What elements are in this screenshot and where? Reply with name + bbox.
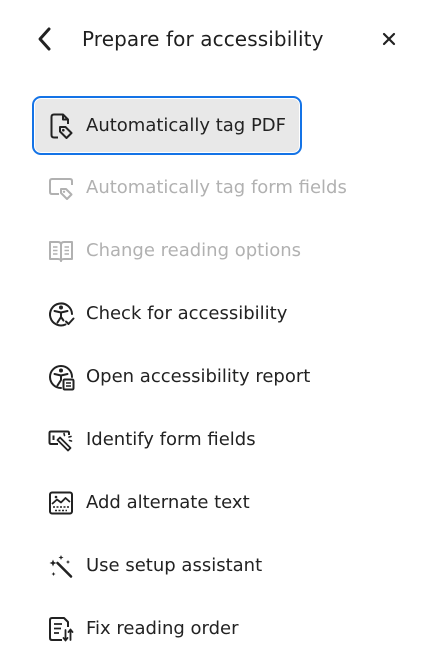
tool-label: Open accessibility report [86, 366, 311, 387]
identify-fields-icon [47, 426, 75, 454]
tool-label: Identify form fields [86, 429, 256, 450]
tool-label: Check for accessibility [86, 303, 288, 324]
tool-use-setup-assistant[interactable]: Use setup assistant [32, 538, 282, 594]
tool-label: Automatically tag form fields [86, 177, 347, 198]
panel-title: Prepare for accessibility [82, 27, 324, 51]
accessibility-report-icon [47, 363, 75, 391]
close-icon [381, 31, 397, 47]
magic-wand-icon [47, 552, 75, 580]
tool-label: Add alternate text [86, 492, 250, 513]
chevron-left-icon [35, 26, 55, 52]
tool-automatically-tag-form-fields: Automatically tag form fields [32, 160, 367, 216]
tool-automatically-tag-pdf[interactable]: Automatically tag PDF [32, 96, 302, 155]
tool-label: Use setup assistant [86, 555, 263, 576]
accessibility-check-icon [47, 300, 75, 328]
close-button[interactable] [376, 26, 402, 52]
tool-label: Fix reading order [86, 618, 239, 639]
panel-header: Prepare for accessibility [0, 0, 421, 78]
tool-label: Automatically tag PDF [86, 114, 287, 136]
tool-add-alternate-text[interactable]: Add alternate text [32, 475, 270, 531]
back-button[interactable] [30, 24, 60, 54]
image-alt-text-icon [47, 489, 75, 517]
tool-check-for-accessibility[interactable]: Check for accessibility [32, 286, 307, 342]
tool-fix-reading-order[interactable]: Fix reading order [32, 601, 259, 657]
tag-pdf-icon [47, 112, 75, 140]
tool-label: Change reading options [86, 240, 302, 261]
reading-order-icon [47, 615, 75, 643]
book-icon [47, 237, 75, 265]
tool-open-accessibility-report[interactable]: Open accessibility report [32, 349, 330, 405]
tool-change-reading-options: Change reading options [32, 223, 321, 279]
tag-form-fields-icon [47, 174, 75, 202]
tool-identify-form-fields[interactable]: Identify form fields [32, 412, 276, 468]
